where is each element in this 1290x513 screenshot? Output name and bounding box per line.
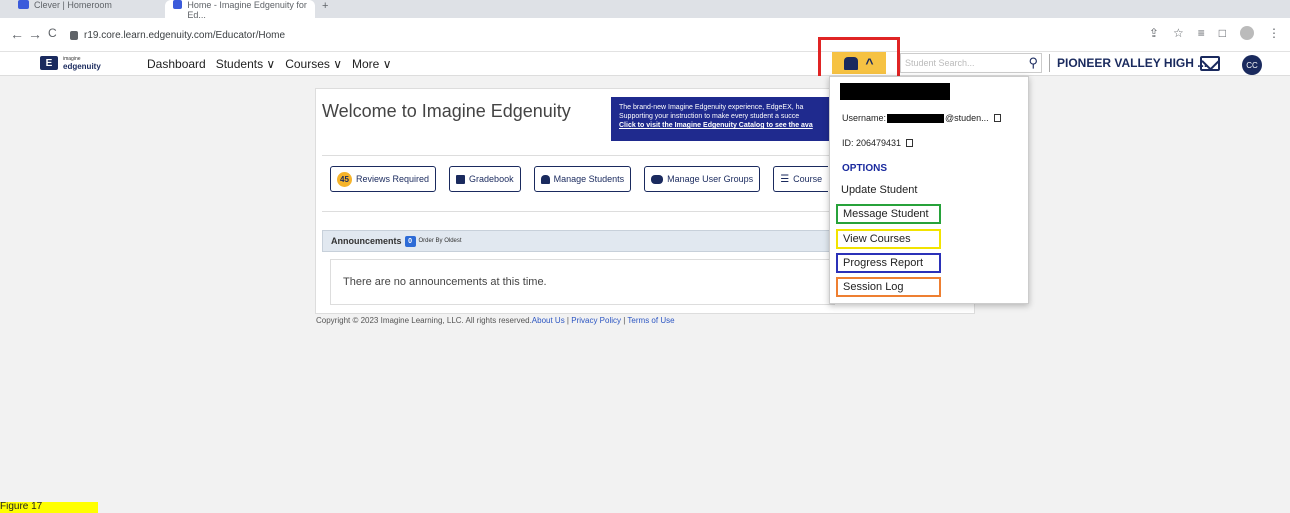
browser-tab-strip: Clever | Homeroom Home - Imagine Edgenui… xyxy=(0,0,1290,18)
clever-favicon-icon xyxy=(18,0,29,9)
button-label: Manage User Groups xyxy=(667,174,754,184)
username-suffix: @studen... xyxy=(945,113,989,123)
manage-user-groups-button[interactable]: Manage User Groups xyxy=(644,166,761,192)
nav-dashboard[interactable]: Dashboard xyxy=(147,57,206,71)
gradebook-button[interactable]: Gradebook xyxy=(449,166,521,192)
browser-tab-home[interactable]: Home - Imagine Edgenuity for Ed... xyxy=(165,0,315,18)
reviews-count-badge: 45 xyxy=(337,171,352,187)
update-student-item[interactable]: Update Student xyxy=(836,180,941,200)
redacted-student-name xyxy=(840,83,950,100)
nav-courses[interactable]: Courses ∨ xyxy=(285,57,342,71)
announcements-header: Announcements 0 Order By Oldest xyxy=(322,230,837,252)
tab-label: Home - Imagine Edgenuity for Ed... xyxy=(187,0,307,18)
list-icon: ☰ xyxy=(780,173,790,185)
page-footer: Copyright © 2023 Imagine Learning, LLC. … xyxy=(316,316,675,325)
student-id: ID: 206479431 xyxy=(842,138,914,148)
divider xyxy=(322,211,837,212)
logo-big-text: edgenuity xyxy=(63,62,101,71)
forward-arrow-icon[interactable]: → xyxy=(28,26,42,42)
message-student-item[interactable]: Message Student xyxy=(836,204,941,224)
browser-tab-clever[interactable]: Clever | Homeroom xyxy=(10,0,160,18)
tab-label: Clever | Homeroom xyxy=(34,0,112,10)
copy-icon[interactable] xyxy=(906,139,914,147)
url-text: r19.core.learn.edgenuity.com/Educator/Ho… xyxy=(84,29,286,41)
new-tab-icon[interactable]: + xyxy=(322,0,328,12)
manage-students-button[interactable]: Manage Students xyxy=(533,166,632,192)
edgeex-banner: The brand-new Imagine Edgenuity experien… xyxy=(611,97,851,141)
school-selector[interactable]: PIONEER VALLEY HIGH ... xyxy=(1057,56,1207,70)
progress-report-item[interactable]: Progress Report xyxy=(836,253,941,273)
gradebook-icon xyxy=(456,174,466,184)
button-label: Manage Students xyxy=(553,174,625,184)
users-group-icon xyxy=(651,174,664,184)
announcements-empty: There are no announcements at this time. xyxy=(330,259,835,305)
browser-profile-icon[interactable] xyxy=(1240,26,1254,40)
lock-icon xyxy=(70,30,78,40)
courses-button[interactable]: ☰ Course xyxy=(773,166,829,192)
search-placeholder: Student Search... xyxy=(905,58,975,68)
browser-address-bar: ← → C r19.core.learn.edgenuity.com/Educa… xyxy=(0,18,1290,52)
reviews-required-button[interactable]: 45 Reviews Required xyxy=(330,166,437,192)
figure-caption: Figure 17 xyxy=(0,502,98,513)
button-label: Reviews Required xyxy=(356,174,430,184)
user-avatar[interactable]: CC xyxy=(1242,55,1262,75)
bookmark-star-icon[interactable]: ☆ xyxy=(1173,26,1184,40)
reload-icon[interactable]: C xyxy=(48,26,57,40)
person-icon xyxy=(540,174,550,184)
announcements-title: Announcements xyxy=(331,236,402,246)
nav-students[interactable]: Students ∨ xyxy=(216,57,275,71)
quick-actions: 45 Reviews Required Gradebook Manage Stu… xyxy=(330,166,829,192)
main-nav: Dashboard Students ∨ Courses ∨ More ∨ xyxy=(147,57,391,71)
announcements-count-badge: 0 xyxy=(404,235,416,247)
student-search-input[interactable]: Student Search... ⚲ xyxy=(900,53,1042,73)
reading-list-icon[interactable]: ≡ xyxy=(1198,26,1205,40)
student-username: Username: @studen... xyxy=(842,113,1001,123)
divider xyxy=(322,155,837,156)
nav-separator xyxy=(1049,54,1050,72)
order-by-toggle[interactable]: Order By Oldest xyxy=(419,238,462,244)
edgenuity-logo-icon: E xyxy=(40,56,58,70)
username-label: Username: xyxy=(842,113,887,123)
redacted-username xyxy=(887,113,945,123)
student-dropdown-menu: Username: @studen... ID: 206479431 OPTIO… xyxy=(829,76,1029,304)
back-arrow-icon[interactable]: ← xyxy=(10,26,24,42)
about-us-link[interactable]: About Us xyxy=(532,316,565,325)
catalog-link[interactable]: Click to visit the Imagine Edgenuity Cat… xyxy=(619,121,843,130)
banner-line-1: The brand-new Imagine Edgenuity experien… xyxy=(619,104,804,111)
session-log-item[interactable]: Session Log xyxy=(836,277,941,297)
url-field[interactable]: r19.core.learn.edgenuity.com/Educator/Ho… xyxy=(70,25,1190,45)
copyright-text: Copyright © 2023 Imagine Learning, LLC. … xyxy=(316,316,532,325)
copy-icon[interactable] xyxy=(993,114,1001,122)
terms-of-use-link[interactable]: Terms of Use xyxy=(627,316,674,325)
edgenuity-logo[interactable]: E imagine edgenuity xyxy=(40,56,101,71)
nav-more[interactable]: More ∨ xyxy=(352,57,391,71)
banner-line-2: Supporting your instruction to make ever… xyxy=(619,113,800,120)
view-courses-item[interactable]: View Courses xyxy=(836,229,941,249)
page-title: Welcome to Imagine Edgenuity xyxy=(322,101,571,121)
student-id-text: ID: 206479431 xyxy=(842,138,902,148)
side-panel-icon[interactable]: □ xyxy=(1219,26,1226,40)
button-label: Course xyxy=(793,174,823,184)
privacy-policy-link[interactable]: Privacy Policy xyxy=(571,316,621,325)
options-header: OPTIONS xyxy=(842,163,888,174)
share-icon[interactable]: ⇪ xyxy=(1149,26,1159,40)
browser-toolbar-icons: ⇪ ☆ ≡ □ ⋮ xyxy=(1149,26,1280,40)
browser-menu-icon[interactable]: ⋮ xyxy=(1268,26,1280,40)
button-label: Gradebook xyxy=(469,174,514,184)
main-content: Welcome to Imagine Edgenuity The brand-n… xyxy=(0,76,1290,513)
mail-icon[interactable] xyxy=(1200,56,1220,71)
search-icon[interactable]: ⚲ xyxy=(1028,55,1038,71)
edgenuity-favicon-icon xyxy=(173,0,183,9)
